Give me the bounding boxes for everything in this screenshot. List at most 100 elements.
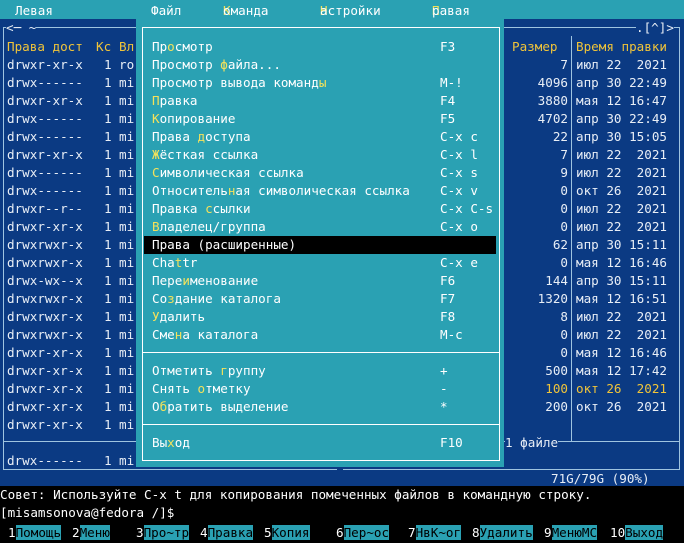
fkey-10[interactable]: 10Выход [610, 524, 664, 543]
file-menu-item[interactable]: Относительная символическая ссылка C-x v [144, 182, 496, 200]
col-header-links[interactable]: Кс [96, 38, 111, 56]
col-header-owner[interactable]: Вл [119, 38, 134, 56]
file-menu-separator-2 [142, 424, 500, 425]
file-menu-item[interactable]: Права доступа C-x c [144, 128, 496, 146]
row-mtime: июл 22 2021 [576, 309, 667, 324]
menu-item-label: Копирование [152, 110, 235, 128]
row-owner: mi [119, 93, 135, 108]
fkey-7[interactable]: 7НвК~ог [408, 524, 462, 543]
menu-item-hotkey: В [152, 219, 160, 234]
file-menu-item[interactable]: Жёсткая ссылка C-x l [144, 146, 496, 164]
left-panel-path[interactable]: <─ ~ [6, 19, 37, 37]
fkey-8[interactable]: 8Удалить [472, 524, 533, 543]
row-links: 1 [104, 147, 112, 162]
file-menu-item[interactable]: Правка ссылки C-x C-s [144, 200, 496, 218]
fkey-number: 6 [336, 525, 344, 540]
row-owner: mi [119, 273, 135, 288]
file-menu-item[interactable]: Символическая ссылка C-x s [144, 164, 496, 182]
row-mtime: июл 22 2021 [576, 165, 667, 180]
row-mtime: мая 12 16:46 [576, 345, 667, 360]
file-menu-item[interactable]: Просмотр вывода команды M-! [144, 74, 496, 92]
command-line[interactable]: [misamsonova@fedora /]$ [0, 504, 684, 522]
row-owner: mi [119, 345, 135, 360]
row-permissions: drwxrwxr-x [7, 309, 83, 324]
menu-item-shortcut: C-x C-s [440, 201, 494, 216]
col-header-mtime[interactable]: Время правки [576, 38, 667, 56]
file-menu-item[interactable]: Выход F10 [144, 434, 496, 452]
fkey-number: 4 [200, 525, 208, 540]
file-menu-item[interactable]: Смена каталога M-c [144, 326, 496, 344]
menu-item-shortcut: C-x l [440, 147, 478, 162]
row-permissions: drwxrwxr-x [7, 255, 83, 270]
fkey-6[interactable]: 6Пер~ос [336, 524, 390, 543]
col-header-size[interactable]: Размер [512, 38, 558, 56]
right-panel-corner-controls[interactable]: .[^]> [636, 19, 674, 37]
row-size: 0 [560, 201, 568, 216]
fkey-label: Пер~ос [343, 525, 390, 540]
fkey-1[interactable]: 1Помощь [8, 524, 62, 543]
row-permissions: drwxrwxr-x [7, 327, 83, 342]
menu-item-text: оступа [205, 129, 251, 144]
file-menu-item[interactable]: Обратить выделение * [144, 398, 496, 416]
row-size: 0 [560, 327, 568, 342]
file-menu-item[interactable]: Переименование F6 [144, 272, 496, 290]
file-menu-item[interactable]: Копирование F5 [144, 110, 496, 128]
file-menu-item[interactable]: Снять отметку - [144, 380, 496, 398]
row-size: 0 [560, 255, 568, 270]
row-links: 1 [104, 399, 112, 414]
fkey-2[interactable]: 2Меню [72, 524, 110, 543]
hint-line: Совет: Используйте C-x t для копирования… [0, 487, 592, 502]
fkey-label: Копия [271, 525, 310, 540]
menu-item-shortcut: C-x c [440, 129, 478, 144]
file-menu-item[interactable]: Просмотр файла... [144, 56, 496, 74]
row-mtime: апр 30 15:05 [576, 129, 667, 144]
row-owner: mi [119, 75, 135, 90]
row-mtime: мая 12 17:42 [576, 363, 667, 378]
col-header-permissions[interactable]: Права дост [7, 38, 83, 56]
row-mtime: апр 30 22:49 [576, 75, 667, 90]
row-size: 3880 [537, 93, 568, 108]
menu-item-label: Смена каталога [152, 326, 258, 344]
file-menu-item[interactable]: Создание каталога F7 [144, 290, 496, 308]
file-menu-item[interactable]: Отметить группу + [144, 362, 496, 380]
row-size: 4096 [537, 75, 568, 90]
menu-item-text: тметку [205, 381, 251, 396]
row-owner: mi [119, 255, 135, 270]
row-mtime: окт 26 2021 [576, 183, 667, 198]
menu-item-text: Пере [152, 273, 183, 288]
row-permissions: drwxrwxr-x [7, 291, 83, 306]
row-mtime: апр 30 15:11 [576, 273, 667, 288]
menu-item-text: од [174, 435, 190, 450]
file-menu-item[interactable]: Просмотр F3 [144, 38, 496, 56]
file-menu-item[interactable]: Правка F4 [144, 92, 496, 110]
fkey-9[interactable]: 9МенюМС [544, 524, 598, 543]
menu-item-shortcut: * [440, 399, 448, 414]
file-menu-item[interactable]: Chattr C-x e [144, 254, 496, 272]
fkey-number: 8 [472, 525, 480, 540]
files-count-label: 1 файле [505, 434, 559, 452]
row-permissions: drwxr-xr-x [7, 147, 83, 162]
fkey-3[interactable]: 3Про~тр [136, 524, 190, 543]
fkey-5[interactable]: 5Копия [264, 524, 310, 543]
menu-item-hotkey: К [152, 111, 160, 126]
file-menu-item[interactable]: Владелец/группа C-x o [144, 218, 496, 236]
menu-item-label: Просмотр [152, 38, 213, 56]
left-panel-border-left [3, 27, 4, 470]
file-menu-item[interactable]: Права (расширенные) [144, 236, 496, 254]
menu-item-hotkey: о [167, 39, 175, 54]
row-owner: mi [119, 129, 135, 144]
row-owner: mi [119, 363, 135, 378]
row-mtime: мая 12 16:47 [576, 93, 667, 108]
fkey-4[interactable]: 4Правка [200, 524, 254, 543]
menu-item-text: Правка [152, 201, 206, 216]
menu-item-text: tr [182, 255, 198, 270]
row-size: 0 [560, 219, 568, 234]
row-links: 1 [104, 255, 112, 270]
row-permissions: drwxr-xr-x [7, 381, 83, 396]
file-menu-item[interactable]: Удалить F8 [144, 308, 496, 326]
menu-item-text: О [152, 399, 160, 414]
menu-item-shortcut: + [440, 363, 448, 378]
row-permissions: drwx-wx--x [7, 273, 83, 288]
fkey-label: МенюМС [551, 525, 598, 540]
menu-item-label: Создание каталога [152, 290, 281, 308]
